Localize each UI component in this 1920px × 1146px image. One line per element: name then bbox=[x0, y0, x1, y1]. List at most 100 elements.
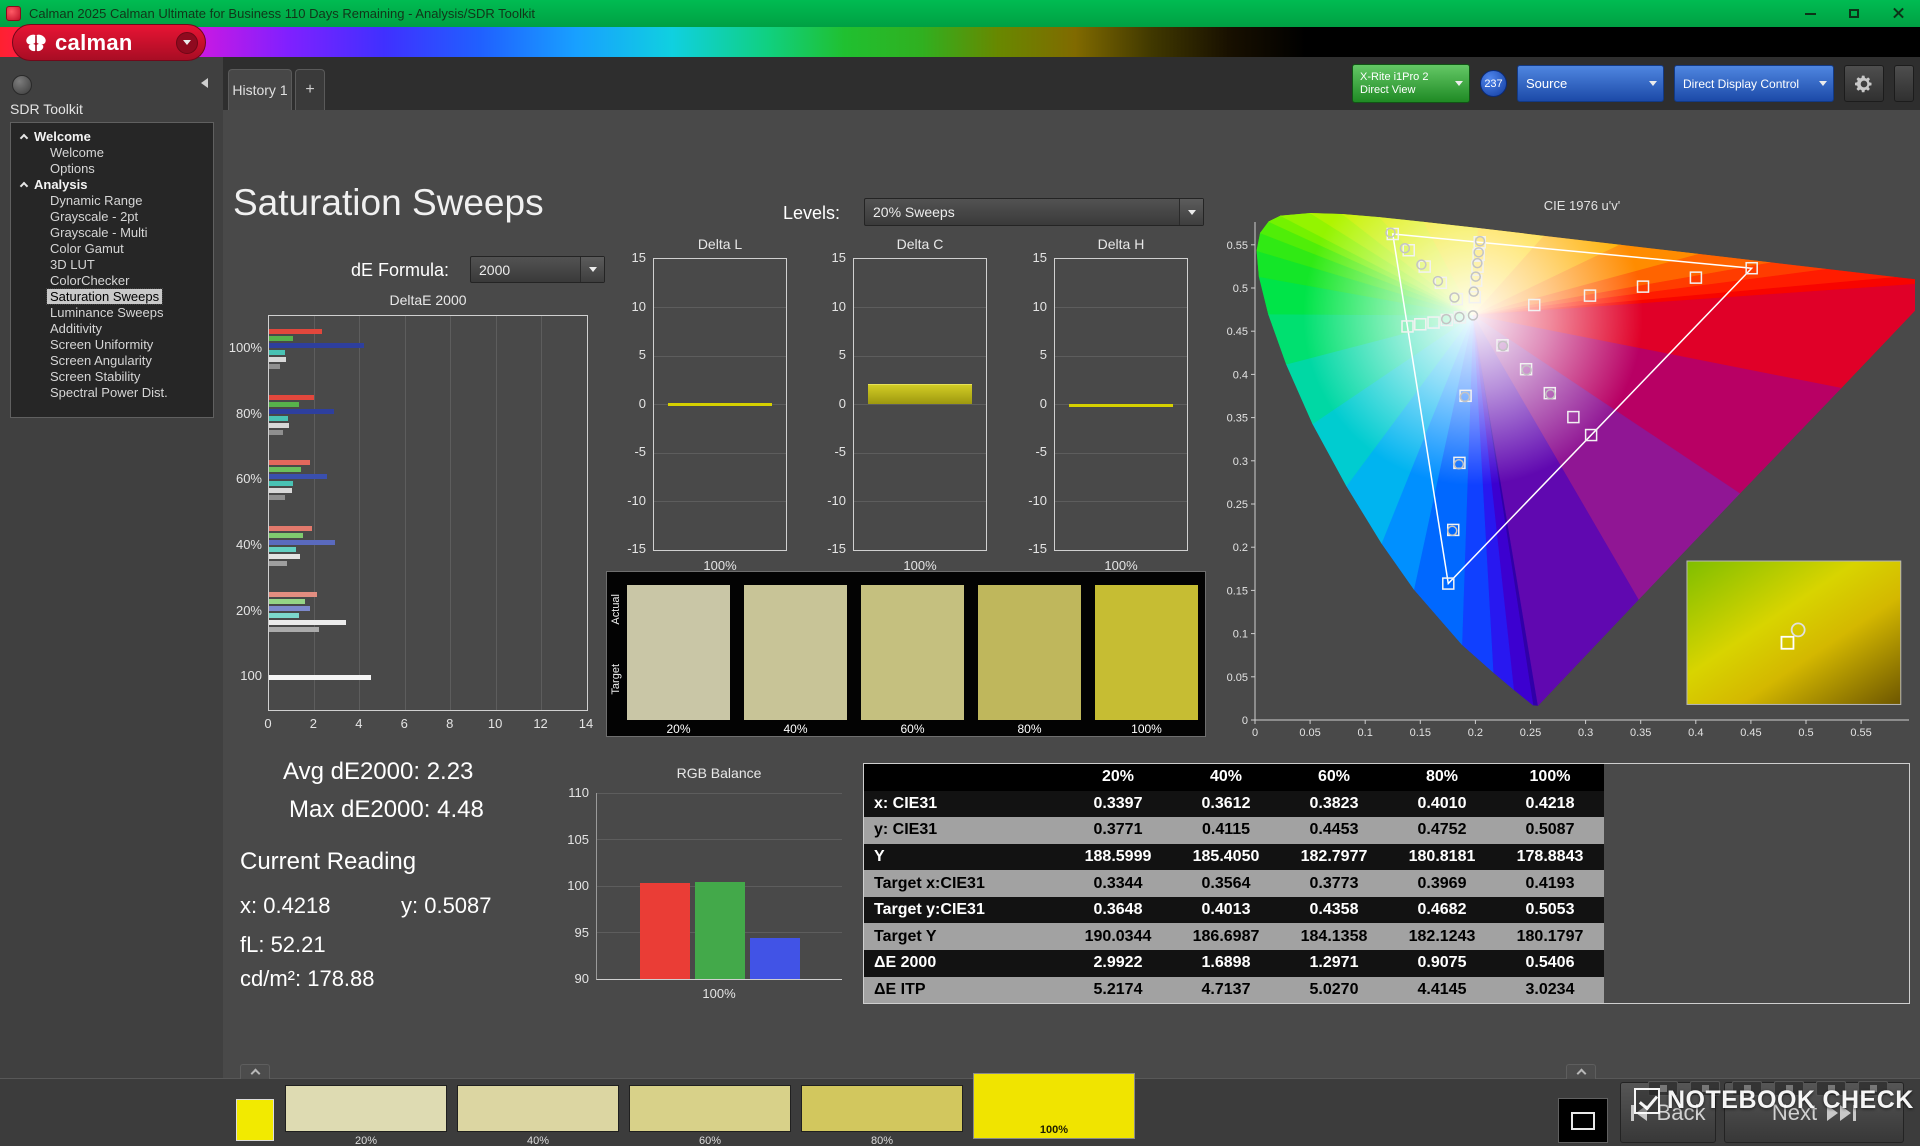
value-cell: 0.4358 bbox=[1309, 901, 1359, 919]
gridline bbox=[541, 316, 543, 710]
x-tick-label: 14 bbox=[578, 716, 594, 731]
rgb-bar-red bbox=[640, 883, 690, 979]
sidebar-item-additivity[interactable]: Additivity bbox=[11, 320, 213, 336]
delta-c-chart: Delta C 100% 15 10 5 0 -5 -10 -15 bbox=[813, 236, 993, 573]
pattern-option-button[interactable] bbox=[1690, 1081, 1720, 1096]
meter-dropdown[interactable]: X-Rite i1Pro 2 Direct View bbox=[1352, 64, 1470, 103]
sidebar-item-options[interactable]: Options bbox=[11, 160, 213, 176]
deltae-bar bbox=[269, 612, 299, 618]
value-cell: 186.6987 bbox=[1192, 927, 1260, 945]
table-row: Target Y 190.0344 186.6987 184.1358 182.1243… bbox=[864, 923, 1604, 950]
sidebar-item-screen-stability[interactable]: Screen Stability bbox=[11, 368, 213, 384]
deltae-bar bbox=[269, 342, 365, 348]
levels-value: 20% Sweeps bbox=[873, 204, 955, 220]
chart-title: RGB Balance bbox=[676, 765, 762, 781]
tab-add-button[interactable]: + bbox=[295, 69, 325, 110]
table-row: y: CIE31 0.3771 0.4115 0.4453 0.4752 0.5087 bbox=[864, 817, 1604, 844]
sidebar-item-luminance-sweeps[interactable]: Luminance Sweeps bbox=[11, 304, 213, 320]
pattern-option-button[interactable] bbox=[1858, 1081, 1888, 1096]
pattern-tray-tab[interactable] bbox=[240, 1064, 270, 1079]
sidebar-item-spectral-power-dist[interactable]: Spectral Power Dist. bbox=[11, 384, 213, 400]
pattern-swatch-20[interactable]: 20% bbox=[285, 1085, 447, 1146]
minimize-button[interactable] bbox=[1788, 0, 1832, 27]
value-cell: 5.0270 bbox=[1309, 980, 1359, 998]
value-cell: 2.9922 bbox=[1093, 954, 1143, 972]
value-cell: 0.3564 bbox=[1201, 874, 1251, 892]
logo-menu-button[interactable] bbox=[176, 31, 198, 54]
tree-group-welcome[interactable]: Welcome bbox=[11, 128, 213, 144]
sidebar-collapse-button[interactable] bbox=[195, 74, 213, 92]
de-formula-select[interactable]: 2000 bbox=[470, 256, 605, 283]
gridline bbox=[597, 839, 842, 840]
active-pattern-swatch[interactable] bbox=[236, 1099, 274, 1141]
sidebar-item-grayscale-2pt[interactable]: Grayscale - 2pt bbox=[11, 208, 213, 224]
value-cell: 0.5087 bbox=[1525, 821, 1575, 839]
display-control-dropdown[interactable]: Direct Display Control bbox=[1674, 65, 1834, 102]
deltae-bar bbox=[269, 495, 285, 501]
tab-history-1[interactable]: History 1 bbox=[228, 69, 292, 110]
sidebar-title: SDR Toolkit bbox=[10, 101, 83, 117]
app-icon bbox=[6, 6, 21, 21]
calman-logo-button[interactable]: calman bbox=[12, 24, 206, 61]
group-label: 100 bbox=[240, 668, 262, 684]
preview-swatch-label: 40% bbox=[783, 722, 808, 736]
top-controls: X-Rite i1Pro 2 Direct View 237 Source Di… bbox=[1352, 64, 1914, 103]
sidebar-home-button[interactable] bbox=[12, 75, 32, 95]
cie-text: 0.3 bbox=[1233, 456, 1248, 468]
sidebar-item-colorchecker[interactable]: ColorChecker bbox=[11, 272, 213, 288]
chevron-left-icon bbox=[200, 78, 208, 88]
value-cell: 4.4145 bbox=[1417, 980, 1467, 998]
preview-swatch-40 bbox=[744, 585, 847, 720]
sidebar-item-dynamic-range[interactable]: Dynamic Range bbox=[11, 192, 213, 208]
pattern-option-button[interactable] bbox=[1648, 1081, 1678, 1096]
gridline bbox=[854, 452, 986, 454]
pattern-window-button[interactable] bbox=[1558, 1098, 1608, 1143]
chevron-down-icon bbox=[1187, 209, 1196, 215]
sidebar-item-grayscale-multi[interactable]: Grayscale - Multi bbox=[11, 224, 213, 240]
source-dropdown[interactable]: Source bbox=[1517, 65, 1664, 102]
tree-group-analysis[interactable]: Analysis bbox=[11, 176, 213, 192]
pattern-swatch-60[interactable]: 60% bbox=[629, 1085, 791, 1146]
value-cell: 0.5053 bbox=[1525, 901, 1575, 919]
pattern-swatch-40[interactable]: 40% bbox=[457, 1085, 619, 1146]
maximize-button[interactable] bbox=[1832, 0, 1876, 27]
deltae-bar bbox=[269, 560, 288, 566]
value-cell: 0.4010 bbox=[1417, 794, 1467, 812]
chevron-down-icon bbox=[588, 267, 597, 272]
y-tick-label: 100 bbox=[567, 878, 589, 893]
main-area: History 1 + X-Rite i1Pro 2 Direct View 2… bbox=[223, 57, 1920, 1078]
settings-gear-button[interactable] bbox=[1844, 65, 1884, 102]
sidebar-item-screen-angularity[interactable]: Screen Angularity bbox=[11, 352, 213, 368]
pattern-window-tab[interactable] bbox=[1566, 1064, 1596, 1079]
chart-title: DeltaE 2000 bbox=[389, 292, 467, 308]
x-tick-label: 2 bbox=[309, 716, 318, 731]
sidebar-item-welcome[interactable]: Welcome bbox=[11, 144, 213, 160]
y-tick-label: 5 bbox=[638, 347, 646, 362]
pattern-option-button[interactable] bbox=[1774, 1081, 1804, 1096]
sidebar-item-saturation-sweeps[interactable]: Saturation Sweeps bbox=[11, 287, 213, 305]
pattern-label: 100% bbox=[1039, 1124, 1069, 1136]
pattern-option-button[interactable] bbox=[1732, 1081, 1762, 1096]
more-options-button[interactable] bbox=[1894, 65, 1914, 102]
cie-text: 0.15 bbox=[1227, 585, 1248, 597]
deltae2000-chart: DeltaE 2000 0 2 4 6 8 10 12 14 100% 80% 60% 40% 20% 1… bbox=[223, 292, 613, 737]
pattern-swatch-100[interactable]: 100% bbox=[973, 1073, 1135, 1139]
deltae-bar bbox=[269, 605, 310, 611]
sidebar-item-3d-lut[interactable]: 3D LUT bbox=[11, 256, 213, 272]
value-cell: 0.4752 bbox=[1417, 821, 1467, 839]
gridline bbox=[1055, 307, 1187, 308]
chevron-down-icon bbox=[1819, 81, 1827, 86]
value-cell: 178.8843 bbox=[1516, 847, 1584, 865]
gridline bbox=[654, 452, 786, 454]
butterfly-icon bbox=[26, 34, 46, 52]
y-tick-label: 10 bbox=[831, 298, 846, 314]
sidebar-item-color-gamut[interactable]: Color Gamut bbox=[11, 240, 213, 256]
table-header-row: 20% 40% 60% 80% 100% bbox=[864, 764, 1604, 791]
cie-text: 0.05 bbox=[1227, 672, 1248, 684]
deltae-bar bbox=[269, 415, 289, 421]
close-button[interactable] bbox=[1876, 0, 1920, 27]
levels-select[interactable]: 20% Sweeps bbox=[864, 198, 1204, 226]
sidebar-item-screen-uniformity[interactable]: Screen Uniformity bbox=[11, 336, 213, 352]
pattern-option-button[interactable] bbox=[1816, 1081, 1846, 1096]
pattern-swatch-80[interactable]: 80% bbox=[801, 1085, 963, 1146]
